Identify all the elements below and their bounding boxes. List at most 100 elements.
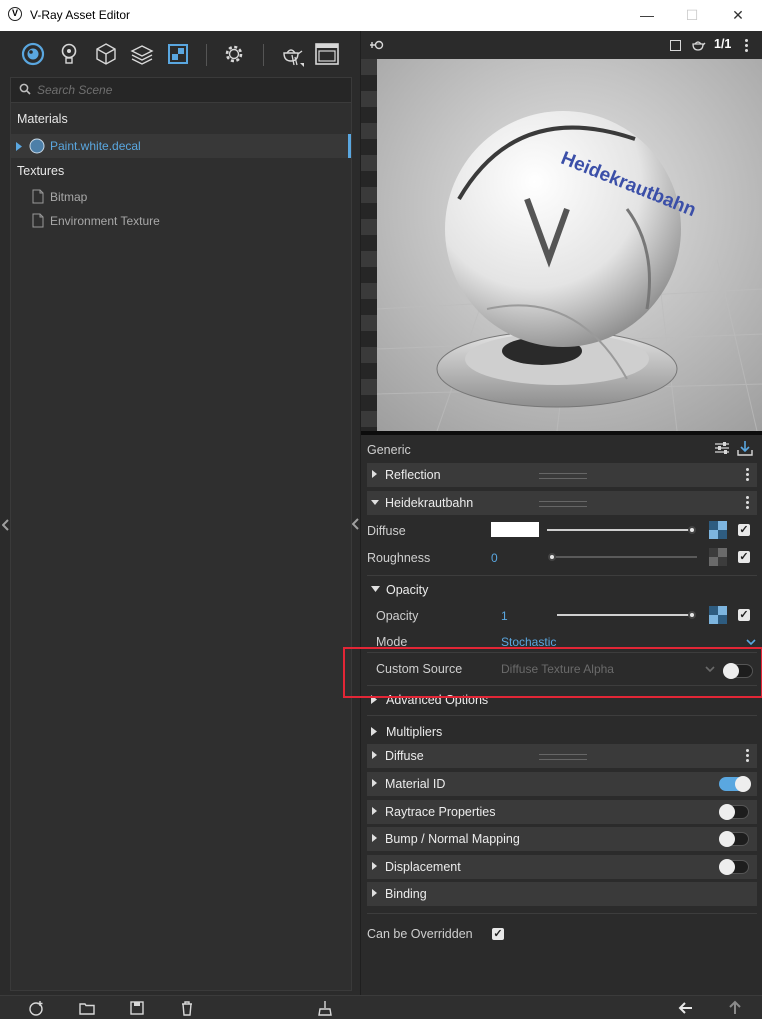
close-button[interactable]: ✕ — [728, 6, 748, 24]
diffuse-color-swatch[interactable] — [491, 522, 539, 537]
preview-ratio[interactable]: 1/1 — [714, 37, 731, 51]
section-label: Diffuse — [385, 749, 424, 763]
expand-arrow-icon[interactable] — [372, 470, 377, 478]
expand-arrow-icon[interactable] — [16, 142, 22, 151]
section-heidekrautbahn[interactable]: Heidekrautbahn — [367, 491, 757, 515]
category-toolbar — [10, 35, 352, 73]
opacity-value[interactable]: 1 — [501, 609, 508, 623]
opacity-slider-knob[interactable] — [688, 611, 696, 619]
save-to-library-icon[interactable] — [736, 440, 754, 456]
expand-arrow-icon[interactable] — [372, 862, 377, 870]
materials-category[interactable]: Materials — [17, 112, 68, 126]
bottom-toolbar — [0, 995, 762, 1019]
settings-gear-icon[interactable] — [221, 41, 247, 67]
material-ball-render: Heidekrautbahn — [377, 59, 762, 431]
pin-icon[interactable] — [369, 39, 385, 51]
geometry-cube-icon[interactable] — [93, 41, 119, 67]
section-menu-icon[interactable] — [746, 496, 749, 510]
material-item[interactable]: Paint.white.decal — [11, 134, 351, 158]
opacity-checkbox[interactable]: ✓ — [738, 609, 750, 621]
raytrace-toggle[interactable] — [719, 804, 749, 820]
section-menu-icon[interactable] — [746, 749, 749, 763]
collapse-left-icon[interactable] — [2, 519, 10, 531]
open-folder-icon[interactable] — [79, 1000, 95, 1016]
search-bar[interactable]: Search Scene — [11, 78, 351, 103]
drag-handle-icon[interactable] — [539, 754, 587, 760]
preview-area: 1/1 Heidekrautbahn — [361, 31, 762, 435]
diffuse-texture-icon[interactable] — [709, 521, 727, 539]
multipliers-label[interactable]: Multipliers — [386, 725, 442, 739]
delete-icon[interactable] — [179, 1000, 195, 1016]
section-menu-icon[interactable] — [746, 468, 749, 482]
section-label: Material ID — [385, 777, 446, 791]
can-be-overridden-checkbox[interactable]: ✓ — [492, 928, 504, 940]
diffuse-slider-track[interactable] — [547, 529, 693, 531]
stop-render-icon[interactable] — [670, 40, 681, 51]
diffuse-checkbox[interactable]: ✓ — [738, 524, 750, 536]
section-diffuse[interactable]: Diffuse — [367, 744, 757, 768]
purge-broom-icon[interactable] — [317, 1000, 333, 1016]
document-icon — [32, 213, 44, 228]
search-input[interactable]: Search Scene — [37, 83, 112, 97]
maximize-button[interactable]: ☐ — [682, 6, 702, 24]
roughness-value[interactable]: 0 — [491, 551, 498, 565]
chevron-down-icon[interactable] — [746, 639, 756, 645]
sliders-icon[interactable] — [714, 441, 730, 455]
bump-toggle[interactable] — [719, 831, 749, 847]
collapse-arrow-icon[interactable] — [371, 500, 379, 505]
texture-checker-icon[interactable] — [165, 41, 191, 67]
roughness-checkbox[interactable]: ✓ — [738, 551, 750, 563]
layers-icon[interactable] — [129, 41, 155, 67]
divider — [367, 913, 757, 914]
preview-menu-icon[interactable] — [745, 39, 748, 54]
properties-panel: Generic Reflection Heidekrautbahn Diffus… — [361, 435, 762, 995]
drag-handle-icon[interactable] — [539, 501, 587, 507]
frame-buffer-icon[interactable] — [314, 41, 340, 67]
expand-arrow-icon[interactable] — [372, 807, 377, 815]
arrow-left-icon[interactable] — [678, 1000, 694, 1016]
section-reflection[interactable]: Reflection — [367, 463, 757, 487]
material-sphere-icon[interactable] — [20, 41, 46, 67]
section-label: Raytrace Properties — [385, 805, 496, 819]
roughness-label: Roughness — [367, 551, 431, 565]
section-displacement[interactable]: Displacement — [367, 855, 757, 879]
roughness-texture-icon[interactable] — [709, 548, 727, 566]
minimize-button[interactable]: — — [637, 6, 657, 24]
annotation-highlight-box — [343, 647, 762, 698]
collapse-arrow-icon[interactable] — [371, 586, 380, 592]
section-raytrace-properties[interactable]: Raytrace Properties — [367, 800, 757, 824]
section-material-id[interactable]: Material ID — [367, 772, 757, 796]
section-bump-normal-mapping[interactable]: Bump / Normal Mapping — [367, 827, 757, 851]
toolbar-separator — [263, 44, 264, 66]
section-label: Heidekrautbahn — [385, 496, 474, 510]
section-binding[interactable]: Binding — [367, 882, 757, 906]
opacity-section-label[interactable]: Opacity — [386, 583, 428, 597]
collapse-middle-icon[interactable] — [352, 518, 360, 530]
displacement-toggle[interactable] — [719, 859, 749, 875]
opacity-slider-track[interactable] — [557, 614, 693, 616]
expand-arrow-icon[interactable] — [371, 727, 377, 736]
divider — [367, 715, 757, 716]
document-icon — [32, 189, 44, 204]
teapot-preview-icon[interactable] — [690, 38, 706, 52]
opacity-texture-icon[interactable] — [709, 606, 727, 624]
opacity-label: Opacity — [376, 609, 419, 623]
light-bulb-icon[interactable] — [56, 41, 82, 67]
material-id-toggle[interactable] — [719, 776, 751, 792]
drag-handle-icon[interactable] — [539, 473, 587, 479]
save-icon[interactable] — [129, 1000, 145, 1016]
arrow-up-icon[interactable] — [727, 1000, 743, 1016]
roughness-slider-knob[interactable] — [548, 553, 556, 561]
expand-arrow-icon[interactable] — [372, 751, 377, 759]
texture-item[interactable]: Bitmap — [11, 185, 351, 209]
section-label: Binding — [385, 887, 427, 901]
textures-category[interactable]: Textures — [17, 164, 64, 178]
teapot-render-icon[interactable] — [278, 41, 304, 67]
expand-arrow-icon[interactable] — [372, 834, 377, 842]
expand-arrow-icon[interactable] — [372, 889, 377, 897]
diffuse-slider-knob[interactable] — [688, 526, 696, 534]
texture-item[interactable]: Environment Texture — [11, 209, 351, 233]
expand-arrow-icon[interactable] — [372, 779, 377, 787]
roughness-slider-track[interactable] — [551, 556, 697, 558]
create-asset-icon[interactable] — [28, 1000, 44, 1016]
